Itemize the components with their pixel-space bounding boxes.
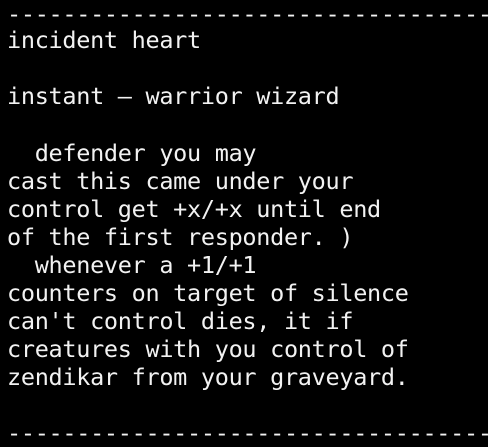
rules-text-line: counters on target of silence [7,279,409,307]
rules-text-line: whenever a +1/+1 [7,251,257,279]
terminal-output: ----------------------------------- inci… [7,0,488,447]
rules-text-line: cast this came under your [7,167,354,195]
rules-text-line: can't control dies, it if [7,307,354,335]
rules-text-line: control get +x/+x until end [7,195,381,223]
card-name: incident heart [7,26,201,54]
rules-text-line: defender you may [7,139,257,167]
rules-text-line: of the first responder. ) [7,223,354,251]
separator-bottom: ----------------------------------- [7,419,488,447]
rules-text-line: creatures with you control of [7,335,409,363]
separator-top: ----------------------------------- [7,0,488,28]
type-line: instant — warrior wizard [7,82,340,110]
rules-text-line: zendikar from your graveyard. [7,363,409,391]
